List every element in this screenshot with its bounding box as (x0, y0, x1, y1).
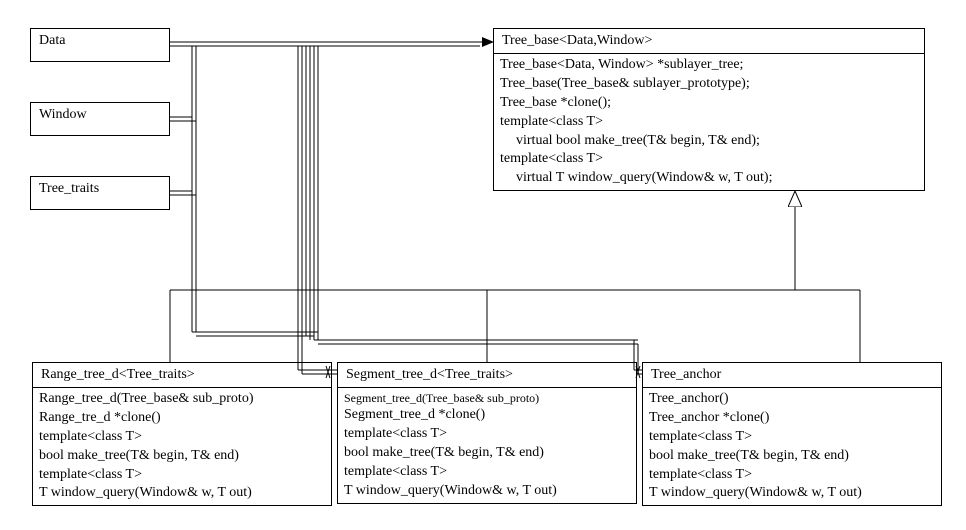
member: Segment_tree_d *clone() (344, 406, 630, 425)
class-window: Window (30, 102, 170, 136)
member: template<class T> (500, 150, 918, 169)
class-tree-anchor-name: Tree_anchor (643, 363, 941, 388)
member: Tree_base(Tree_base& sublayer_prototype)… (500, 75, 918, 94)
class-segment-tree-name: Segment_tree_d<Tree_traits> (338, 363, 636, 388)
member: virtual T window_query(Window& w, T out)… (500, 169, 918, 188)
member: template<class T> (344, 425, 630, 444)
member: bool make_tree(T& begin, T& end) (344, 444, 630, 463)
member: T window_query(Window& w, T out) (39, 484, 325, 503)
class-range-tree: Range_tree_d<Tree_traits> Range_tree_d(T… (32, 362, 332, 506)
class-range-tree-name: Range_tree_d<Tree_traits> (33, 363, 331, 388)
class-range-tree-body: Range_tree_d(Tree_base& sub_proto) Range… (33, 388, 331, 505)
class-tree-base-body: Tree_base<Data, Window> *sublayer_tree; … (494, 54, 924, 190)
class-tree-traits-name: Tree_traits (31, 177, 169, 201)
class-tree-traits: Tree_traits (30, 176, 170, 210)
member: T window_query(Window& w, T out) (344, 482, 630, 501)
class-tree-base-name: Tree_base<Data,Window> (494, 29, 924, 54)
class-window-name: Window (31, 103, 169, 127)
member: template<class T> (649, 428, 935, 447)
member: bool make_tree(T& begin, T& end) (39, 447, 325, 466)
member: template<class T> (39, 466, 325, 485)
class-data: Data (30, 28, 170, 62)
class-tree-base: Tree_base<Data,Window> Tree_base<Data, W… (493, 28, 925, 191)
class-data-name: Data (31, 29, 169, 53)
member: Segment_tree_d(Tree_base& sub_proto) (344, 390, 630, 406)
member: Range_tree_d(Tree_base& sub_proto) (39, 390, 325, 409)
member: Tree_anchor *clone() (649, 409, 935, 428)
member: T window_query(Window& w, T out) (649, 484, 935, 503)
member: template<class T> (649, 466, 935, 485)
member: template<class T> (500, 113, 918, 132)
member: Range_tre_d *clone() (39, 409, 325, 428)
class-segment-tree-body: Segment_tree_d(Tree_base& sub_proto) Seg… (338, 388, 636, 503)
class-tree-anchor-body: Tree_anchor() Tree_anchor *clone() templ… (643, 388, 941, 505)
member: Tree_base *clone(); (500, 94, 918, 113)
member: Tree_base<Data, Window> *sublayer_tree; (500, 56, 918, 75)
member: Tree_anchor() (649, 390, 935, 409)
class-tree-anchor: Tree_anchor Tree_anchor() Tree_anchor *c… (642, 362, 942, 506)
class-segment-tree: Segment_tree_d<Tree_traits> Segment_tree… (337, 362, 637, 504)
member: template<class T> (39, 428, 325, 447)
member: bool make_tree(T& begin, T& end) (649, 447, 935, 466)
member: virtual bool make_tree(T& begin, T& end)… (500, 132, 918, 151)
member: template<class T> (344, 463, 630, 482)
